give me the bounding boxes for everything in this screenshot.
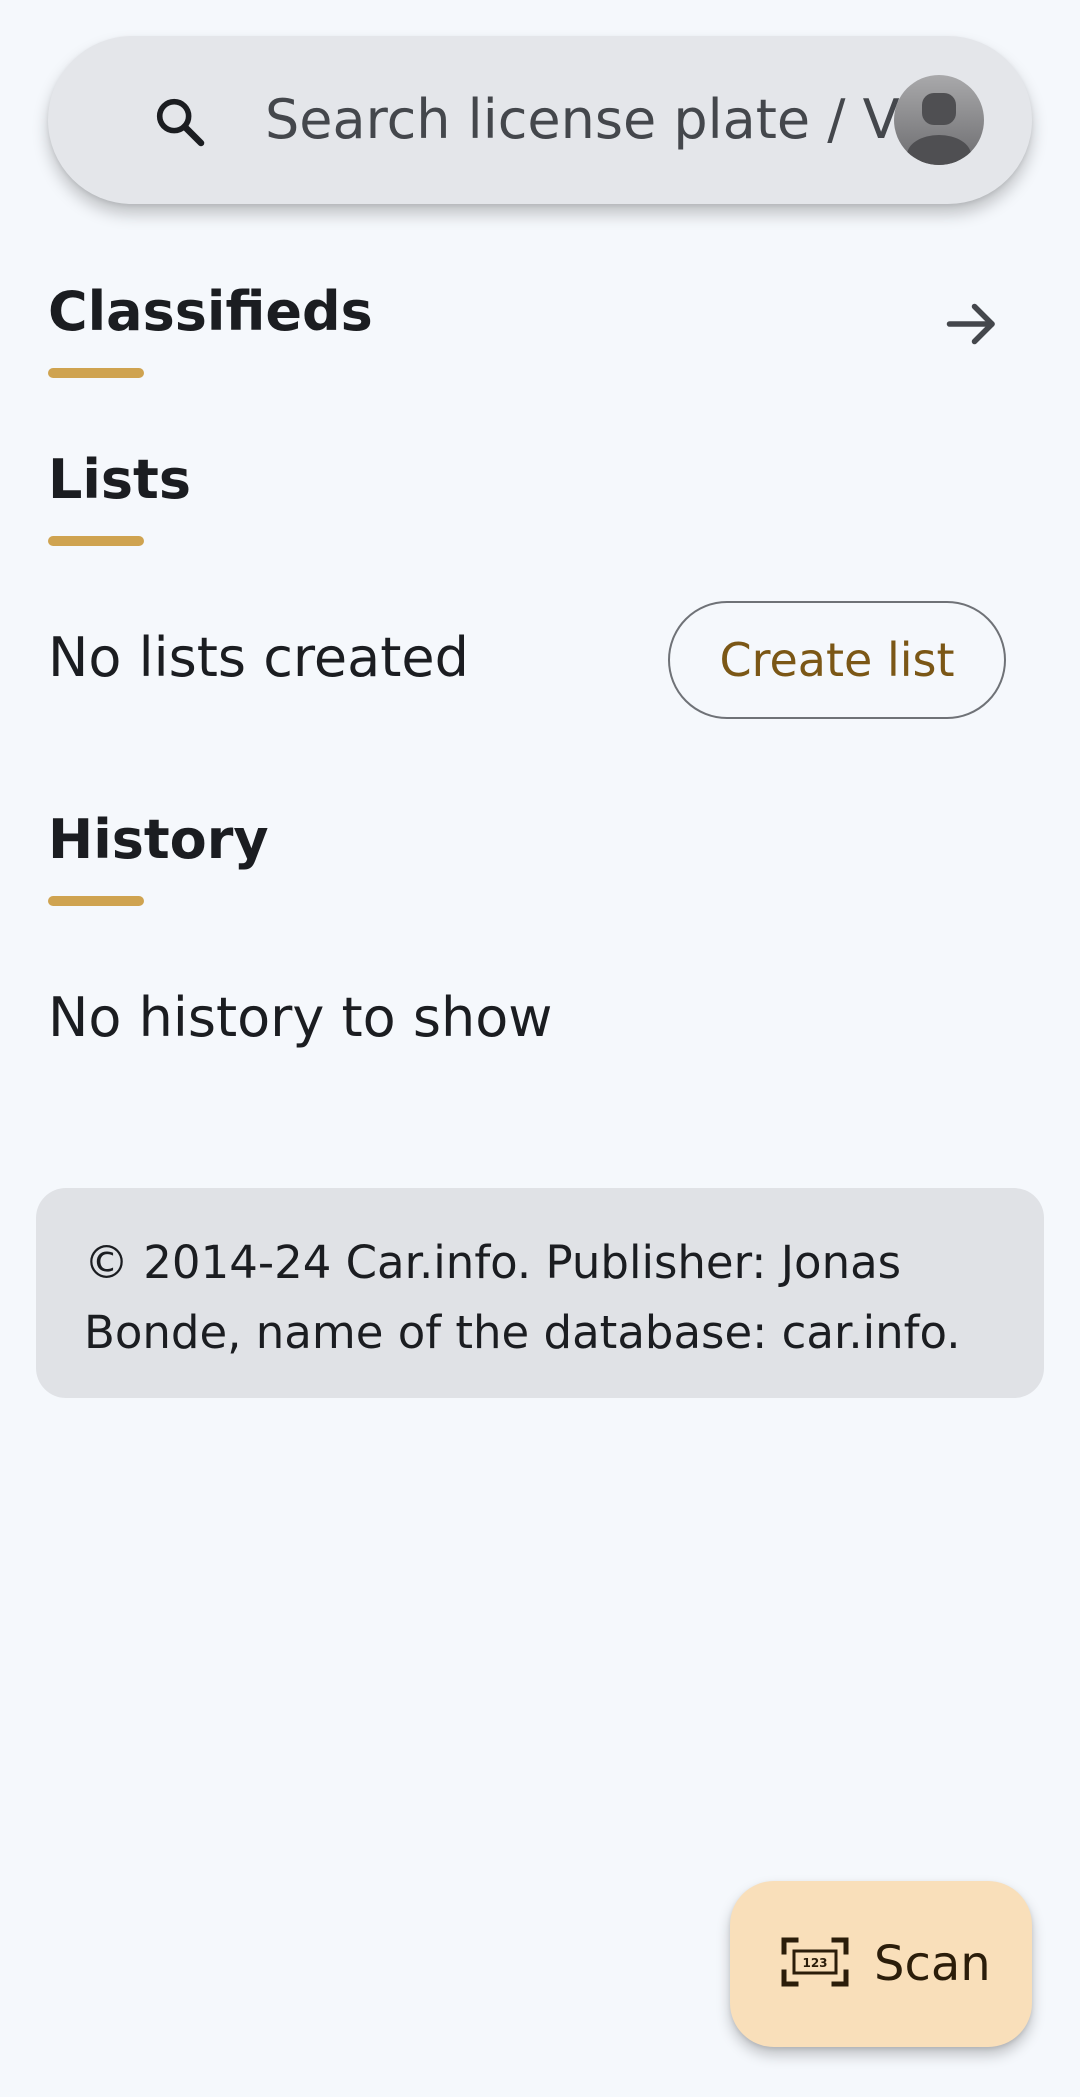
create-list-button[interactable]: Create list [668, 601, 1006, 719]
scan-plate-icon: 123 [781, 1937, 849, 1987]
classifieds-underline [48, 368, 144, 378]
account-avatar[interactable] [894, 75, 984, 165]
history-title: History [48, 808, 269, 871]
search-input[interactable]: Search license plate / VIN [265, 36, 956, 204]
search-bar[interactable]: Search license plate / VIN [48, 36, 1032, 204]
history-underline [48, 896, 144, 906]
lists-empty-text: No lists created [48, 626, 469, 689]
copyright-footer: © 2014-24 Car.info. Publisher: Jonas Bon… [36, 1188, 1044, 1398]
classifieds-title[interactable]: Classifieds [48, 280, 373, 343]
search-icon[interactable] [152, 94, 208, 150]
lists-title: Lists [48, 448, 192, 511]
scan-button[interactable]: 123 Scan [730, 1881, 1032, 2047]
person-icon [907, 93, 971, 165]
scan-icon-text: 123 [802, 1956, 827, 1970]
lists-underline [48, 536, 144, 546]
scan-label: Scan [874, 1936, 991, 1992]
footer-line-2: Bonde, name of the database: car.info. [84, 1306, 961, 1359]
history-empty-text: No history to show [48, 986, 553, 1049]
arrow-right-icon[interactable] [942, 294, 1002, 354]
footer-line-1: © 2014-24 Car.info. Publisher: Jonas [84, 1236, 902, 1289]
